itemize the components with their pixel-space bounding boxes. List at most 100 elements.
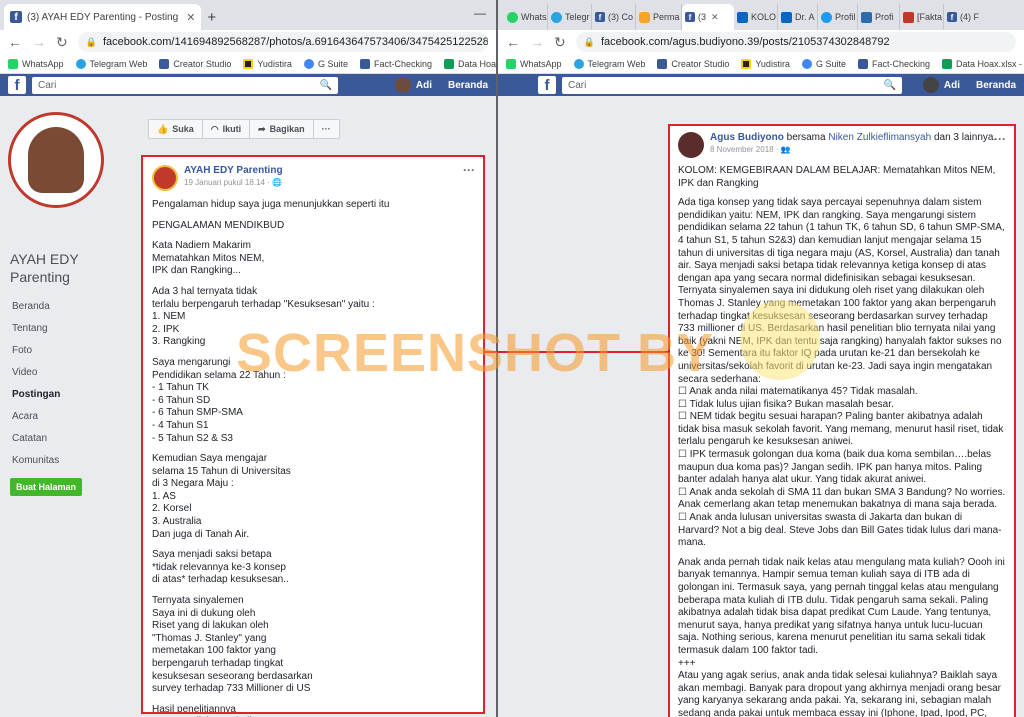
facebook-top-bar: f Cari 🔍 Adi Beranda bbox=[0, 74, 496, 96]
more-options-button[interactable]: ··· bbox=[314, 120, 339, 138]
tab-linkedin-2[interactable]: Dr. A bbox=[778, 4, 818, 30]
reload-icon[interactable]: ↻ bbox=[56, 34, 68, 51]
google-icon bbox=[303, 58, 314, 69]
bookmark-telegram[interactable]: Telegram Web bbox=[75, 58, 147, 69]
tab-facebook-1[interactable]: f (3) Co bbox=[592, 4, 636, 30]
facebook-top-bar: f Cari 🔍 Adi Beranda bbox=[498, 74, 1024, 96]
url-field[interactable]: 🔒 facebook.com/agus.budiyono.39/posts/21… bbox=[575, 32, 1016, 52]
url-field[interactable]: 🔒 facebook.com/141694892568287/photos/a.… bbox=[77, 32, 488, 52]
share-icon: ➦ bbox=[258, 123, 266, 134]
bookmark-creator-studio[interactable]: Creator Studio bbox=[159, 58, 231, 69]
menu-item-postingan[interactable]: Postingan bbox=[10, 384, 130, 406]
menu-item-foto[interactable]: Foto bbox=[10, 340, 130, 362]
bookmark-gsuite[interactable]: G Suite bbox=[801, 58, 846, 69]
bookmark-telegram[interactable]: Telegram Web bbox=[573, 58, 645, 69]
tab-profil-2[interactable]: Profi bbox=[858, 4, 900, 30]
page-action-bar: 👍 Suka ◠ Ikuti ➦ Bagikan ··· bbox=[148, 119, 340, 139]
facebook-icon bbox=[657, 58, 668, 69]
bookmark-data-hoax[interactable]: Data Hoax.xlsx - Goo bbox=[942, 58, 1024, 69]
close-tab-icon[interactable]: ✕ bbox=[186, 11, 195, 24]
minimize-icon[interactable]: — bbox=[474, 6, 486, 20]
telegram-icon bbox=[551, 11, 562, 23]
sheets-icon bbox=[444, 58, 454, 69]
like-icon: 👍 bbox=[157, 123, 169, 134]
tab-strip: WhatsApp Telegr f(3) Co Perma f(3✕ KOLO … bbox=[498, 0, 1024, 30]
reload-icon[interactable]: ↻ bbox=[554, 34, 566, 51]
user-profile-link[interactable]: Adi bbox=[394, 77, 432, 93]
menu-item-video[interactable]: Video bbox=[10, 362, 130, 384]
address-bar: ← → ↻ 🔒 facebook.com/agus.budiyono.39/po… bbox=[498, 30, 1024, 54]
facebook-icon bbox=[159, 58, 170, 69]
facebook-logo-icon[interactable]: f bbox=[538, 76, 556, 94]
bookmark-whatsapp[interactable]: WhatsApp bbox=[506, 58, 562, 69]
bookmark-fact-checking[interactable]: Fact-Checking bbox=[359, 58, 432, 69]
facebook-icon bbox=[857, 58, 868, 69]
bookmarks-bar: WhatsApp Telegram Web Creator Studio Yud… bbox=[498, 54, 1024, 74]
home-link[interactable]: Beranda bbox=[448, 80, 488, 91]
whatsapp-icon bbox=[507, 11, 518, 23]
watermark-logo bbox=[740, 300, 820, 380]
facebook-icon bbox=[359, 58, 370, 69]
tab-telegram[interactable]: Telegr bbox=[548, 4, 592, 30]
tab-profil-1[interactable]: Profil bbox=[818, 4, 858, 30]
facebook-search-input[interactable]: Cari 🔍 bbox=[32, 76, 338, 94]
rss-icon: ◠ bbox=[210, 123, 219, 134]
menu-item-acara[interactable]: Acara bbox=[10, 406, 130, 428]
telegram-icon bbox=[573, 58, 584, 69]
whatsapp-icon bbox=[506, 58, 516, 69]
create-page-button[interactable]: Buat Halaman bbox=[10, 478, 83, 496]
play-icon bbox=[861, 11, 872, 23]
profile-photo-person bbox=[28, 127, 84, 193]
tab-fakta[interactable]: [Fakta bbox=[900, 4, 944, 30]
forward-icon[interactable]: → bbox=[530, 34, 544, 50]
tab-title: (3) AYAH EDY Parenting - Posting bbox=[27, 11, 179, 23]
search-icon[interactable]: 🔍 bbox=[320, 80, 332, 91]
tab-facebook-2[interactable]: f (4) F bbox=[944, 4, 980, 30]
bookmark-yudistira[interactable]: Yudistira bbox=[243, 58, 292, 69]
url-text: facebook.com/141694892568287/photos/a.69… bbox=[102, 36, 488, 48]
back-icon[interactable]: ← bbox=[8, 34, 22, 50]
bookmark-whatsapp[interactable]: WhatsApp bbox=[8, 58, 64, 69]
home-link[interactable]: Beranda bbox=[976, 80, 1016, 91]
facebook-logo-icon[interactable]: f bbox=[8, 76, 26, 94]
follow-button[interactable]: ◠ Ikuti bbox=[203, 120, 251, 138]
left-highlight-box bbox=[141, 155, 485, 714]
page-profile-picture[interactable] bbox=[8, 112, 104, 208]
bookmark-data-hoax[interactable]: Data Hoax.xlsx bbox=[444, 58, 496, 69]
forward-icon[interactable]: → bbox=[32, 34, 46, 50]
whatsapp-icon bbox=[8, 58, 18, 69]
tab-whatsapp[interactable]: WhatsApp bbox=[504, 4, 548, 30]
bookmark-yudistira[interactable]: Yudistira bbox=[741, 58, 790, 69]
menu-item-beranda[interactable]: Beranda bbox=[10, 296, 130, 318]
tab-linkedin-1[interactable]: KOLO bbox=[734, 4, 778, 30]
like-button[interactable]: 👍 Suka bbox=[149, 120, 203, 138]
new-tab-button[interactable]: + bbox=[207, 4, 216, 30]
facebook-search-input[interactable]: Cari 🔍 bbox=[562, 76, 902, 94]
tab-strip: f (3) AYAH EDY Parenting - Posting ✕ + — bbox=[0, 0, 496, 30]
bookmark-creator-studio[interactable]: Creator Studio bbox=[657, 58, 729, 69]
menu-item-tentang[interactable]: Tentang bbox=[10, 318, 130, 340]
tab-facebook-active[interactable]: f (3 ✕ bbox=[682, 4, 734, 30]
user-profile-link[interactable]: Adi bbox=[922, 77, 960, 93]
menu-item-catatan[interactable]: Catatan bbox=[10, 428, 130, 450]
lock-icon: 🔒 bbox=[583, 36, 595, 47]
linkedin-icon bbox=[781, 11, 792, 23]
facebook-favicon-icon: f bbox=[685, 12, 695, 22]
search-icon[interactable]: 🔍 bbox=[884, 80, 896, 91]
close-tab-icon[interactable]: ✕ bbox=[711, 12, 719, 23]
watermark-text: SCREENSHOT BY bbox=[236, 323, 715, 383]
lock-icon: 🔒 bbox=[85, 36, 97, 47]
url-text: facebook.com/agus.budiyono.39/posts/2105… bbox=[600, 36, 890, 48]
bookmark-gsuite[interactable]: G Suite bbox=[303, 58, 348, 69]
tab-permalink[interactable]: Perma bbox=[636, 4, 682, 30]
avatar bbox=[394, 77, 411, 93]
back-icon[interactable]: ← bbox=[506, 34, 520, 50]
page-name[interactable]: AYAH EDY Parenting bbox=[10, 250, 130, 286]
share-button[interactable]: ➦ Bagikan bbox=[250, 120, 314, 138]
bookmark-fact-checking[interactable]: Fact-Checking bbox=[857, 58, 930, 69]
tab-facebook-page[interactable]: f (3) AYAH EDY Parenting - Posting ✕ bbox=[4, 4, 202, 30]
right-highlight-box bbox=[668, 124, 1016, 717]
news-icon bbox=[903, 11, 914, 23]
sheets-icon bbox=[942, 58, 952, 69]
menu-item-komunitas[interactable]: Komunitas bbox=[10, 450, 130, 472]
